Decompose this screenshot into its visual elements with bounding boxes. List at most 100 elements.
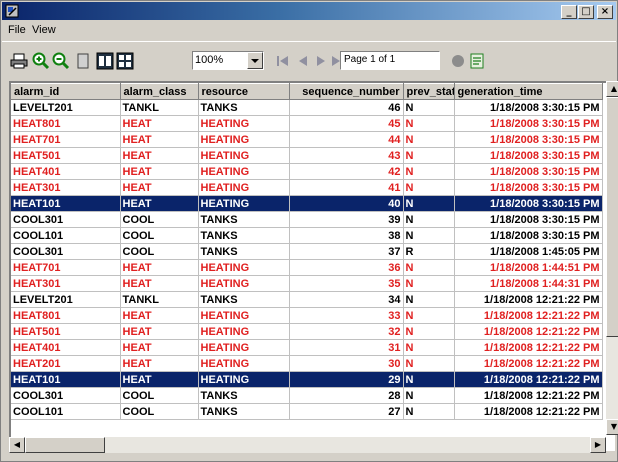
chevron-down-icon[interactable]	[247, 52, 263, 69]
cell-generation-time: 1/18/2008 12:21:22 PM	[454, 291, 603, 308]
table-row[interactable]: HEAT201 HEAT HEATING 30 N 1/18/2008 12:21:22 …	[11, 355, 603, 372]
cell-prev-state: N	[403, 179, 455, 196]
cell-prev-state: N	[403, 195, 455, 212]
cell-alarm-id: COOL101	[11, 227, 121, 244]
minimize-button[interactable]: _	[561, 5, 577, 19]
vertical-scroll-thumb[interactable]	[606, 97, 618, 337]
table-row[interactable]: HEAT301 HEAT HEATING 41 N 1/18/2008 3:30:15 P…	[11, 179, 603, 196]
cell-prev-state: N	[403, 99, 455, 116]
report-viewer-window: _ □ × File View 100% Page 1 of 1 alarm_i…	[0, 0, 618, 462]
table-row[interactable]: HEAT401 HEAT HEATING 31 N 1/18/2008 12:21:22 …	[11, 339, 603, 356]
table-row[interactable]: COOL101 COOL TANKS 38 N 1/18/2008 3:30:15 PM	[11, 227, 603, 244]
table-row[interactable]: COOL301 COOL TANKS 37 R 1/18/2008 1:45:05 PM	[11, 243, 603, 260]
cell-prev-state: N	[403, 163, 455, 180]
cell-sequence-number: 34	[289, 291, 404, 308]
cell-resource: TANKS	[198, 243, 290, 260]
column-header-alarm-class[interactable]: alarm_class	[120, 83, 199, 100]
cell-alarm-class: COOL	[120, 227, 199, 244]
table-row[interactable]: COOL101 COOL TANKS 27 N 1/18/2008 12:21:22 PM	[11, 403, 603, 420]
vertical-scrollbar[interactable]: ▲ ▼	[606, 81, 618, 435]
cell-alarm-id: COOL301	[11, 211, 121, 228]
table-row[interactable]: COOL301 COOL TANKS 39 N 1/18/2008 3:30:15 PM	[11, 211, 603, 228]
horizontal-scroll-thumb[interactable]	[25, 437, 105, 453]
cell-resource: HEATING	[198, 371, 290, 388]
scroll-left-button[interactable]: ◀	[9, 437, 25, 453]
cell-alarm-class: COOL	[120, 403, 199, 420]
scroll-down-button[interactable]: ▼	[606, 419, 618, 435]
cell-resource: HEATING	[198, 147, 290, 164]
cell-resource: HEATING	[198, 323, 290, 340]
cell-prev-state: N	[403, 371, 455, 388]
cell-generation-time: 1/18/2008 1:44:31 PM	[454, 275, 603, 292]
cell-prev-state: R	[403, 243, 455, 260]
column-header-generation-time[interactable]: generation_time	[454, 83, 603, 100]
print-icon[interactable]	[10, 52, 28, 70]
table-row[interactable]: HEAT101 HEAT HEATING 29 N 1/18/2008 12:21:22 …	[11, 371, 603, 388]
table-row[interactable]: HEAT101 HEAT HEATING 40 N 1/18/2008 3:30:15 P…	[11, 195, 603, 212]
scroll-right-button[interactable]: ▶	[590, 437, 606, 453]
cell-alarm-class: HEAT	[120, 259, 199, 276]
first-page-icon[interactable]	[274, 52, 292, 70]
zoom-in-icon[interactable]	[32, 52, 50, 70]
cell-alarm-id: HEAT301	[11, 179, 121, 196]
cell-resource: HEATING	[198, 179, 290, 196]
table-row[interactable]: HEAT401 HEAT HEATING 42 N 1/18/2008 3:30:15 P…	[11, 163, 603, 180]
menu-file[interactable]: File	[8, 24, 26, 36]
single-page-icon[interactable]	[74, 52, 92, 70]
cell-alarm-class: HEAT	[120, 371, 199, 388]
cell-alarm-id: HEAT801	[11, 307, 121, 324]
cell-prev-state: N	[403, 355, 455, 372]
column-header-sequence-number[interactable]: sequence_number	[289, 83, 404, 100]
cell-generation-time: 1/18/2008 12:21:22 PM	[454, 403, 603, 420]
cell-resource: TANKS	[198, 211, 290, 228]
menu-view[interactable]: View	[32, 24, 56, 36]
cell-alarm-class: COOL	[120, 211, 199, 228]
cell-resource: HEATING	[198, 307, 290, 324]
cell-alarm-id: HEAT701	[11, 259, 121, 276]
cell-sequence-number: 38	[289, 227, 404, 244]
close-button[interactable]: ×	[597, 5, 613, 19]
stop-icon[interactable]	[449, 52, 467, 70]
title-bar[interactable]: _ □ ×	[2, 2, 616, 20]
column-header-alarm-id[interactable]: alarm_id	[11, 83, 121, 100]
table-row[interactable]: HEAT801 HEAT HEATING 45 N 1/18/2008 3:30:15 P…	[11, 115, 603, 132]
multi-page-icon[interactable]	[116, 52, 134, 70]
alarm-grid[interactable]: alarm_id alarm_class resource sequence_n…	[9, 81, 615, 451]
zoom-out-icon[interactable]	[52, 52, 70, 70]
table-row[interactable]: HEAT801 HEAT HEATING 33 N 1/18/2008 12:21:22 …	[11, 307, 603, 324]
cell-sequence-number: 45	[289, 115, 404, 132]
table-row[interactable]: LEVELT201 TANKL TANKS 34 N 1/18/2008 12:21:22…	[11, 291, 603, 308]
zoom-value: 100%	[195, 54, 224, 66]
table-row[interactable]: HEAT701 HEAT HEATING 36 N 1/18/2008 1:44:51 P…	[11, 259, 603, 276]
table-row[interactable]: HEAT501 HEAT HEATING 32 N 1/18/2008 12:21:22 …	[11, 323, 603, 340]
cell-prev-state: N	[403, 115, 455, 132]
previous-page-icon[interactable]	[294, 52, 312, 70]
cell-alarm-class: HEAT	[120, 275, 199, 292]
cell-sequence-number: 28	[289, 387, 404, 404]
table-row[interactable]: HEAT701 HEAT HEATING 44 N 1/18/2008 3:30:15 P…	[11, 131, 603, 148]
cell-resource: HEATING	[198, 339, 290, 356]
table-row[interactable]: HEAT301 HEAT HEATING 35 N 1/18/2008 1:44:31 P…	[11, 275, 603, 292]
cell-alarm-id: COOL101	[11, 403, 121, 420]
menu-bar: File View	[2, 21, 616, 39]
export-icon[interactable]	[468, 52, 486, 70]
column-header-prev-state[interactable]: prev_state	[403, 83, 455, 100]
table-row[interactable]: LEVELT201 TANKL TANKS 46 N 1/18/2008 3:30:15 …	[11, 99, 603, 116]
cell-sequence-number: 36	[289, 259, 404, 276]
two-page-icon[interactable]	[96, 52, 114, 70]
cell-resource: HEATING	[198, 163, 290, 180]
cell-alarm-class: HEAT	[120, 195, 199, 212]
page-indicator[interactable]: Page 1 of 1	[340, 51, 440, 70]
cell-generation-time: 1/18/2008 12:21:22 PM	[454, 307, 603, 324]
zoom-select[interactable]: 100%	[192, 51, 264, 70]
cell-resource: TANKS	[198, 99, 290, 116]
scroll-up-button[interactable]: ▲	[606, 81, 618, 97]
cell-generation-time: 1/18/2008 3:30:15 PM	[454, 227, 603, 244]
column-header-resource[interactable]: resource	[198, 83, 290, 100]
maximize-button[interactable]: □	[578, 5, 594, 19]
cell-generation-time: 1/18/2008 3:30:15 PM	[454, 131, 603, 148]
table-row[interactable]: HEAT501 HEAT HEATING 43 N 1/18/2008 3:30:15 P…	[11, 147, 603, 164]
cell-alarm-id: HEAT301	[11, 275, 121, 292]
horizontal-scrollbar[interactable]: ◀ ▶	[9, 437, 606, 453]
table-row[interactable]: COOL301 COOL TANKS 28 N 1/18/2008 12:21:22 PM	[11, 387, 603, 404]
